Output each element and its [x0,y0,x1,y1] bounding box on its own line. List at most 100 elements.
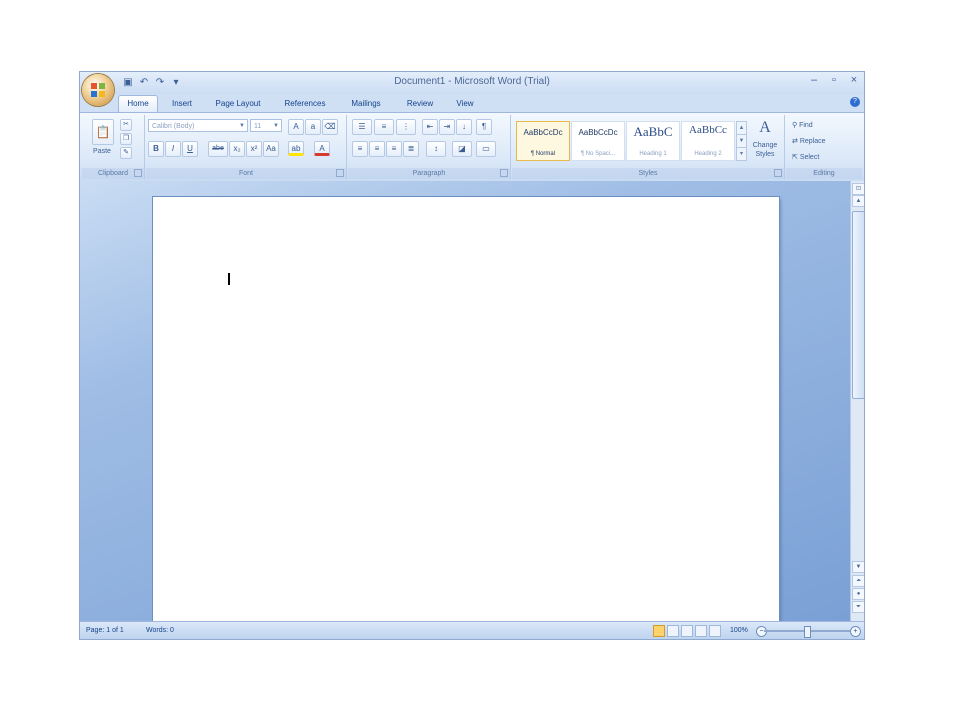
close-button[interactable]: × [848,74,860,86]
full-screen-reading-icon[interactable] [667,625,679,637]
clipboard-group: 📋 Paste ✂ ❐ ✎ Clipboard [82,115,145,179]
style-sample: AaBbC [633,124,673,139]
tab-page-layout[interactable]: Page Layout [208,96,268,112]
styles-launcher-icon[interactable] [774,169,782,177]
scroll-up-icon[interactable]: ▲ [852,195,864,207]
find-button[interactable]: ⚲ Find [792,119,813,133]
line-spacing-icon[interactable]: ↕ [426,141,446,157]
outline-icon[interactable] [695,625,707,637]
window-title: Document1 - Microsoft Word (Trial) [394,76,550,87]
strikethrough-button[interactable]: abe [208,141,228,157]
scroll-down-icon[interactable]: ▼ [852,561,864,573]
sort-icon[interactable]: ↓ [456,119,472,135]
browse-object-icon[interactable]: ● [852,588,864,600]
select-button[interactable]: ⇱ Select [792,151,819,165]
window-controls: – ▫ × [808,74,860,86]
office-button[interactable] [82,74,114,106]
styles-scroll-up-icon[interactable]: ▲ [736,121,747,135]
tab-view[interactable]: View [448,96,482,112]
decrease-indent-icon[interactable]: ⇤ [422,119,438,135]
style-heading-1[interactable]: AaBbC Heading 1 [626,121,680,161]
paragraph-launcher-icon[interactable] [500,169,508,177]
style-normal[interactable]: AaBbCcDc ¶ Normal [516,121,570,161]
style-sample: AaBbCcDc [578,128,618,137]
clipboard-launcher-icon[interactable] [134,169,142,177]
next-page-icon[interactable]: ⏷ [852,601,864,613]
underline-button[interactable]: U [182,141,198,157]
replace-button[interactable]: ⇄ Replace [792,135,826,149]
tab-references[interactable]: References [276,96,334,112]
help-icon[interactable]: ? [850,97,860,107]
ribbon: 📋 Paste ✂ ❐ ✎ Clipboard Calibri (Body) ▼… [80,112,864,182]
document-workspace [80,181,850,621]
grow-font-icon[interactable]: A [288,119,304,135]
change-styles-button[interactable]: Change Styles [746,141,784,161]
italic-button[interactable]: I [165,141,181,157]
vertical-scrollbar[interactable]: ⊡ ▲ ▼ ⏶ ● ⏷ [850,181,864,621]
style-name: ¶ No Spaci... [580,151,616,157]
highlight-button[interactable]: ab [288,141,304,156]
page-count[interactable]: Page: 1 of 1 [86,626,124,636]
font-size-combo[interactable]: 11 ▼ [250,119,282,132]
change-styles-icon[interactable]: A [748,117,782,139]
zoom-in-icon[interactable]: + [850,626,861,637]
paste-button[interactable]: Paste [88,145,116,159]
style-name: Heading 2 [694,151,722,157]
font-name-combo[interactable]: Calibri (Body) ▼ [148,119,248,132]
bullets-icon[interactable]: ☰ [352,119,372,135]
increase-indent-icon[interactable]: ⇥ [439,119,455,135]
tab-mailings[interactable]: Mailings [342,96,390,112]
select-label: Select [799,154,820,161]
align-left-icon[interactable]: ≡ [352,141,368,157]
zoom-level[interactable]: 100% [730,626,748,636]
clear-formatting-icon[interactable]: ⌫ [322,119,338,135]
maximize-button[interactable]: ▫ [828,74,840,86]
word-window: ▣ ↶ ↷ ▾ Document1 - Microsoft Word (Tria… [80,72,864,639]
multilevel-list-icon[interactable]: ⋮ [396,119,416,135]
text-cursor [228,273,230,285]
document-page[interactable] [153,197,779,621]
style-no-spacing[interactable]: AaBbCcDc ¶ No Spaci... [571,121,625,161]
format-painter-icon[interactable]: ✎ [120,147,132,159]
clipboard-icon[interactable]: 📋 [92,119,114,145]
word-count[interactable]: Words: 0 [146,626,174,636]
web-layout-icon[interactable] [681,625,693,637]
subscript-button[interactable]: x₂ [229,141,245,157]
office-logo-icon [91,83,105,97]
shrink-font-icon[interactable]: a [305,119,321,135]
tab-review[interactable]: Review [398,96,442,112]
zoom-slider[interactable] [764,626,852,638]
replace-icon: ⇄ [792,138,800,145]
zoom-slider-thumb[interactable] [804,626,811,638]
tab-home[interactable]: Home [118,95,158,112]
superscript-button[interactable]: x² [246,141,262,157]
ruler-toggle-icon[interactable]: ⊡ [852,183,864,195]
style-heading-2[interactable]: AaBbCc Heading 2 [681,121,735,161]
cut-icon[interactable]: ✂ [120,119,132,131]
font-launcher-icon[interactable] [336,169,344,177]
status-bar: Page: 1 of 1 Words: 0 100% − + [80,621,864,639]
shading-icon[interactable]: ◪ [452,141,472,157]
font-group: Calibri (Body) ▼ 11 ▼ A a ⌫ B I U abe x₂… [146,115,347,179]
copy-icon[interactable]: ❐ [120,133,132,145]
previous-page-icon[interactable]: ⏶ [852,575,864,587]
print-layout-icon[interactable] [653,625,665,637]
numbering-icon[interactable]: ≡ [374,119,394,135]
chevron-down-icon: ▼ [239,123,245,129]
show-hide-button[interactable]: ¶ [476,119,492,135]
align-right-icon[interactable]: ≡ [386,141,402,157]
font-group-label: Font [146,168,346,179]
font-color-button[interactable]: A [314,141,330,156]
align-center-icon[interactable]: ≡ [369,141,385,157]
draft-icon[interactable] [709,625,721,637]
bold-button[interactable]: B [148,141,164,157]
style-sample: AaBbCcDc [523,128,563,137]
justify-icon[interactable]: ≣ [403,141,419,157]
minimize-button[interactable]: – [808,74,820,86]
styles-group-label: Styles [512,168,784,179]
tab-insert[interactable]: Insert [164,96,200,112]
font-size-value: 11 [254,123,262,130]
scroll-thumb[interactable] [852,211,864,399]
borders-icon[interactable]: ▭ [476,141,496,157]
change-case-button[interactable]: Aa [263,141,279,157]
